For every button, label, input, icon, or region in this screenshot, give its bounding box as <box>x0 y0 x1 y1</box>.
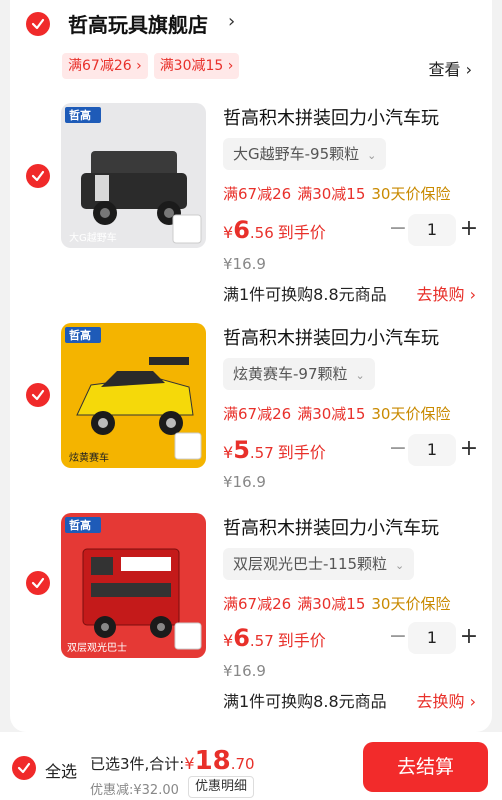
thumb-label: 大G越野车 <box>69 231 117 244</box>
item-select-checkbox[interactable] <box>26 164 50 188</box>
cart-shop-card: 哲高玩具旗舰店 › 满67减26 › 满30减15 › 查看 › 哲高 大G越野… <box>10 0 492 732</box>
product-thumbnail: 哲高 炫黄赛车 <box>61 323 206 468</box>
original-price: ¥16.9 <box>223 473 266 491</box>
quantity-input[interactable]: 1 <box>408 434 456 466</box>
price-label: 到手价 <box>277 443 326 462</box>
sku-label: 大G越野车-95颗粒 <box>233 145 360 163</box>
promo-tags: 满67减26 满30减15 30天价保险 <box>223 593 450 614</box>
decrease-button[interactable]: − <box>388 622 408 654</box>
view-more-link[interactable]: 查看 › <box>429 56 473 80</box>
price-integer: 5 <box>233 436 250 464</box>
product-image[interactable]: 哲高 双层观光巴士 <box>61 513 206 658</box>
discount-amount: 优惠减:¥32.00 <box>90 783 179 798</box>
price-integer: 6 <box>233 216 250 244</box>
quantity-stepper: − 1 + <box>388 434 480 466</box>
increase-button[interactable]: + <box>458 622 480 654</box>
promo-tag: 满30减15 <box>297 595 366 613</box>
sku-label: 双层观光巴士-115颗粒 <box>233 555 388 573</box>
checkmark-icon <box>31 170 45 182</box>
selected-count: 已选3件,合计: <box>90 755 185 773</box>
decrease-button[interactable]: − <box>388 214 408 246</box>
original-price: ¥16.9 <box>223 662 266 680</box>
checkmark-icon <box>17 762 31 774</box>
thumb-label: 炫黄赛车 <box>69 451 109 464</box>
coupon-tag[interactable]: 满67减26 › <box>62 53 148 79</box>
discount-detail-button[interactable]: 优惠明细 <box>188 776 255 798</box>
sku-selector[interactable]: 炫黄赛车-97颗粒 ⌄ <box>223 358 375 390</box>
brand-logo: 哲高 <box>69 108 91 122</box>
brand-logo: 哲高 <box>69 328 91 342</box>
promo-tag: 满30减15 <box>297 185 366 203</box>
coupon-tag[interactable]: 满30减15 › <box>153 53 240 79</box>
redeem-offer: 满1件可换购8.8元商品 <box>223 285 387 304</box>
product-thumbnail: 哲高 大G越野车 <box>61 103 206 248</box>
final-price: ¥5.57 到手价 <box>223 436 326 464</box>
chevron-right-icon[interactable]: › <box>228 11 235 32</box>
coupon-list: 满67减26 › 满30减15 › <box>62 53 240 79</box>
item-select-checkbox[interactable] <box>26 383 50 407</box>
shop-name[interactable]: 哲高玩具旗舰店 <box>68 9 208 38</box>
checkmark-icon <box>31 577 45 589</box>
price-protection-tag: 30天价保险 <box>371 595 451 613</box>
redeem-link[interactable]: 去换购 › <box>417 281 477 305</box>
price-decimal: .57 <box>249 444 274 462</box>
price-integer: 6 <box>233 624 250 652</box>
currency-symbol: ¥ <box>184 754 195 773</box>
sku-selector[interactable]: 大G越野车-95颗粒 ⌄ <box>223 138 387 170</box>
shop-select-checkbox[interactable] <box>26 12 50 36</box>
total-decimal: .70 <box>230 755 255 773</box>
checkout-button[interactable]: 去结算 <box>363 742 488 792</box>
decrease-button[interactable]: − <box>388 434 408 466</box>
price-decimal: .56 <box>249 224 274 242</box>
product-image[interactable]: 哲高 炫黄赛车 <box>61 323 206 468</box>
checkmark-icon <box>31 18 45 30</box>
price-protection-tag: 30天价保险 <box>371 185 451 203</box>
redeem-offer: 满1件可换购8.8元商品 <box>223 692 387 711</box>
increase-button[interactable]: + <box>458 214 480 246</box>
product-image[interactable]: 哲高 大G越野车 <box>61 103 206 248</box>
quantity-input[interactable]: 1 <box>408 214 456 246</box>
product-title[interactable]: 哲高积木拼装回力小汽车玩 <box>223 104 439 130</box>
chevron-down-icon: ⌄ <box>355 369 365 382</box>
currency-symbol: ¥ <box>223 223 234 242</box>
original-price: ¥16.9 <box>223 255 266 273</box>
sku-selector[interactable]: 双层观光巴士-115颗粒 ⌄ <box>223 548 415 580</box>
product-thumbnail: 哲高 双层观光巴士 <box>61 513 206 658</box>
promo-tag: 满67减26 <box>223 595 292 613</box>
item-select-checkbox[interactable] <box>26 571 50 595</box>
product-title[interactable]: 哲高积木拼装回力小汽车玩 <box>223 324 439 350</box>
currency-symbol: ¥ <box>223 631 234 650</box>
price-protection-tag: 30天价保险 <box>371 405 451 423</box>
promo-tags: 满67减26 满30减15 30天价保险 <box>223 183 450 204</box>
thumb-label: 双层观光巴士 <box>67 641 127 654</box>
final-price: ¥6.56 到手价 <box>223 216 326 244</box>
price-decimal: .57 <box>249 632 274 650</box>
quantity-stepper: − 1 + <box>388 214 480 246</box>
price-label: 到手价 <box>277 631 326 650</box>
promo-tag: 满67减26 <box>223 405 292 423</box>
quantity-input[interactable]: 1 <box>408 622 456 654</box>
increase-button[interactable]: + <box>458 434 480 466</box>
promo-tag: 满30减15 <box>297 405 366 423</box>
brand-logo: 哲高 <box>69 518 91 532</box>
quantity-stepper: − 1 + <box>388 622 480 654</box>
sku-label: 炫黄赛车-97颗粒 <box>233 365 348 383</box>
promo-tags: 满67减26 满30减15 30天价保险 <box>223 403 450 424</box>
shop-header: 哲高玩具旗舰店 › <box>10 0 492 48</box>
final-price: ¥6.57 到手价 <box>223 624 326 652</box>
select-all-checkbox[interactable] <box>12 756 36 780</box>
price-label: 到手价 <box>277 223 326 242</box>
chevron-down-icon: ⌄ <box>395 559 405 572</box>
promo-tag: 满67减26 <box>223 185 292 203</box>
redeem-link[interactable]: 去换购 › <box>417 688 477 712</box>
total-integer: 18 <box>194 746 231 776</box>
checkout-bar: 全选 已选3件,合计:¥18.70 优惠减:¥32.00 优惠明细 去结算 <box>0 732 502 800</box>
product-title[interactable]: 哲高积木拼装回力小汽车玩 <box>223 514 439 540</box>
select-all-label[interactable]: 全选 <box>45 758 77 782</box>
total-summary: 已选3件,合计:¥18.70 <box>90 746 255 776</box>
currency-symbol: ¥ <box>223 443 234 462</box>
chevron-down-icon: ⌄ <box>367 149 377 162</box>
checkmark-icon <box>31 389 45 401</box>
